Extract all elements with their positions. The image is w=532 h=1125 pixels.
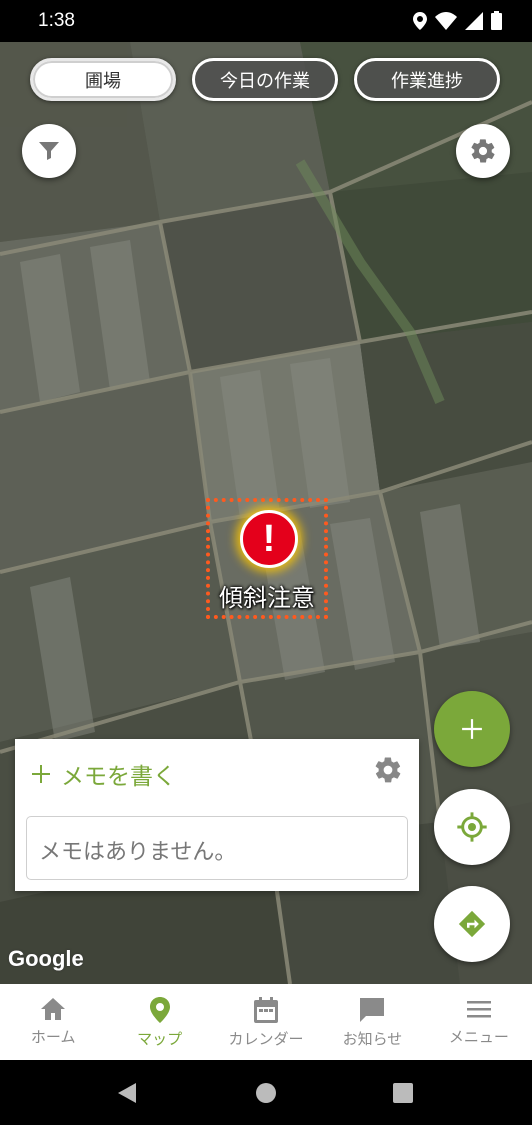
my-location-button[interactable] xyxy=(434,789,510,865)
memo-settings-button[interactable] xyxy=(373,755,403,789)
back-icon[interactable] xyxy=(116,1082,138,1104)
warning-icon: ! xyxy=(240,510,298,568)
tab-fields[interactable]: 圃場 xyxy=(30,58,176,101)
plus-icon xyxy=(32,765,50,783)
home-circle-icon[interactable] xyxy=(255,1082,277,1104)
directions-button[interactable] xyxy=(434,886,510,962)
gear-icon xyxy=(375,757,401,783)
chat-icon xyxy=(360,998,385,1022)
menu-icon xyxy=(466,1001,491,1018)
map-view[interactable]: 圃場 今日の作業 作業進捗 ! 傾斜注意 メモを書く メモはありません。 Goo… xyxy=(0,42,532,984)
location-icon xyxy=(413,11,427,30)
crosshair-icon xyxy=(457,812,487,842)
tab-today-work[interactable]: 今日の作業 xyxy=(192,58,338,101)
write-memo-label: メモを書く xyxy=(61,764,176,790)
nav-calendar[interactable]: カレンダー xyxy=(213,984,319,1060)
filter-icon xyxy=(39,142,59,160)
wifi-icon xyxy=(435,11,457,30)
slope-warning-marker[interactable]: ! 傾斜注意 xyxy=(206,498,328,619)
slope-warning-label: 傾斜注意 xyxy=(219,584,315,612)
nav-home[interactable]: ホーム xyxy=(0,984,106,1060)
google-logo: Google xyxy=(8,946,84,971)
home-icon xyxy=(41,998,66,1020)
system-navigation-bar xyxy=(0,1060,532,1125)
gear-icon xyxy=(471,139,495,163)
memo-list-empty: メモはありません。 xyxy=(26,816,408,880)
map-tab-group: 圃場 今日の作業 作業進捗 xyxy=(30,58,500,101)
memo-panel: メモを書く メモはありません。 xyxy=(15,739,419,891)
map-pin-icon xyxy=(149,997,170,1023)
nav-menu[interactable]: メニュー xyxy=(426,984,532,1060)
status-bar: 1:38 xyxy=(0,0,532,42)
add-button[interactable] xyxy=(434,691,510,767)
bottom-navigation: ホーム マップ カレンダー お知らせ メニュー xyxy=(0,984,532,1060)
write-memo-button[interactable]: メモを書く xyxy=(31,757,176,791)
calendar-icon xyxy=(254,997,279,1023)
battery-icon xyxy=(491,11,502,30)
signal-icon xyxy=(465,11,483,30)
filter-button[interactable] xyxy=(22,124,76,178)
tab-work-progress[interactable]: 作業進捗 xyxy=(354,58,500,101)
map-settings-button[interactable] xyxy=(456,124,510,178)
directions-icon xyxy=(458,910,486,938)
status-time: 1:38 xyxy=(38,10,75,31)
recents-icon[interactable] xyxy=(393,1083,413,1103)
nav-map[interactable]: マップ xyxy=(106,984,212,1060)
nav-notifications[interactable]: お知らせ xyxy=(319,984,425,1060)
plus-icon xyxy=(462,719,482,739)
